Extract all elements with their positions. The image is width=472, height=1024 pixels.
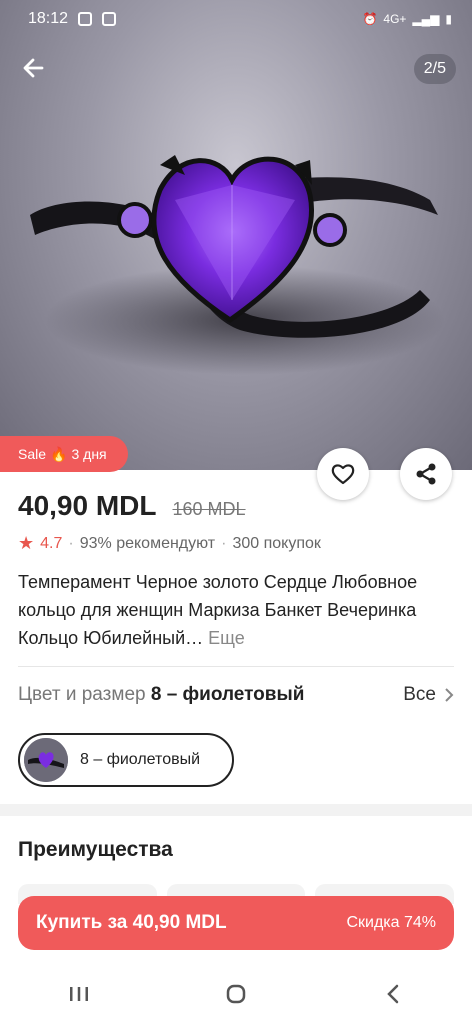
star-icon: ★ <box>18 533 35 553</box>
buy-button[interactable]: Купить за 40,90 MDL Скидка 74% <box>18 896 454 950</box>
current-price: 40,90 MDL <box>18 490 157 521</box>
all-variants-label: Все <box>403 684 436 705</box>
price-row: 40,90 MDL 160 MDL <box>18 490 246 522</box>
back-arrow-icon <box>23 58 44 78</box>
alarm-icon: ⏰ <box>362 12 378 26</box>
fire-icon: 🔥 <box>50 445 68 462</box>
variant-chip-label: 8 – фиолетовый <box>80 751 201 768</box>
old-price: 160 MDL <box>172 499 246 519</box>
app-notification-icon <box>102 12 117 26</box>
rating-value: 4.7 <box>40 534 63 552</box>
recents-icon <box>69 987 88 1001</box>
divider <box>18 666 454 667</box>
separator-dot: · <box>221 534 227 552</box>
favorite-button[interactable] <box>317 448 369 500</box>
advantages-title: Преимущества <box>18 838 173 861</box>
system-nav-bar <box>0 964 472 1024</box>
share-button[interactable] <box>400 448 452 500</box>
heart-icon <box>331 464 355 485</box>
variant-value: 8 – фиолетовый <box>150 684 305 705</box>
back-button[interactable] <box>18 52 50 84</box>
sale-duration: 3 дня <box>71 446 107 462</box>
chevron-right-icon <box>445 688 454 702</box>
discount-label: Скидка 74% <box>346 914 436 931</box>
gallery-counter: 2/5 <box>413 54 456 84</box>
sale-label: Sale <box>18 446 47 462</box>
product-title[interactable]: Темперамент Черное золото Сердце Любовно… <box>18 568 454 652</box>
system-back-button[interactable] <box>363 974 423 1014</box>
rating-row[interactable]: ★ 4.7 · 93% рекомендуют · 300 покупок <box>18 533 321 554</box>
variant-thumbnail <box>24 738 68 782</box>
sale-badge: Sale 🔥 3 дня <box>0 436 128 472</box>
notification-icon <box>78 12 93 26</box>
home-button[interactable] <box>206 974 266 1014</box>
separator-dot: · <box>68 534 74 552</box>
variant-selector[interactable]: Цвет и размер 8 – фиолетовый Все <box>18 684 454 706</box>
back-icon <box>387 984 399 1004</box>
recents-button[interactable] <box>49 974 109 1014</box>
variant-chip[interactable]: 8 – фиолетовый <box>18 733 234 787</box>
section-separator <box>0 804 472 816</box>
battery-icon: ▮ <box>445 12 452 26</box>
status-bar: 18:12 ⏰ 4G+ ▂▄▆ ▮ <box>0 0 472 38</box>
recommend-text: 93% рекомендуют <box>79 534 216 552</box>
purchases-text: 300 покупок <box>232 534 321 552</box>
more-link[interactable]: Еще <box>208 628 245 648</box>
all-variants-link[interactable]: Все <box>403 684 454 706</box>
share-icon <box>416 463 436 485</box>
status-time: 18:12 <box>28 10 69 27</box>
network-type: 4G+ <box>383 12 407 26</box>
signal-icon: ▂▄▆ <box>412 12 440 26</box>
variant-label: Цвет и размер <box>18 684 146 705</box>
product-image[interactable] <box>0 0 472 470</box>
buy-label: Купить за 40,90 MDL <box>36 912 227 933</box>
home-icon <box>226 984 246 1004</box>
